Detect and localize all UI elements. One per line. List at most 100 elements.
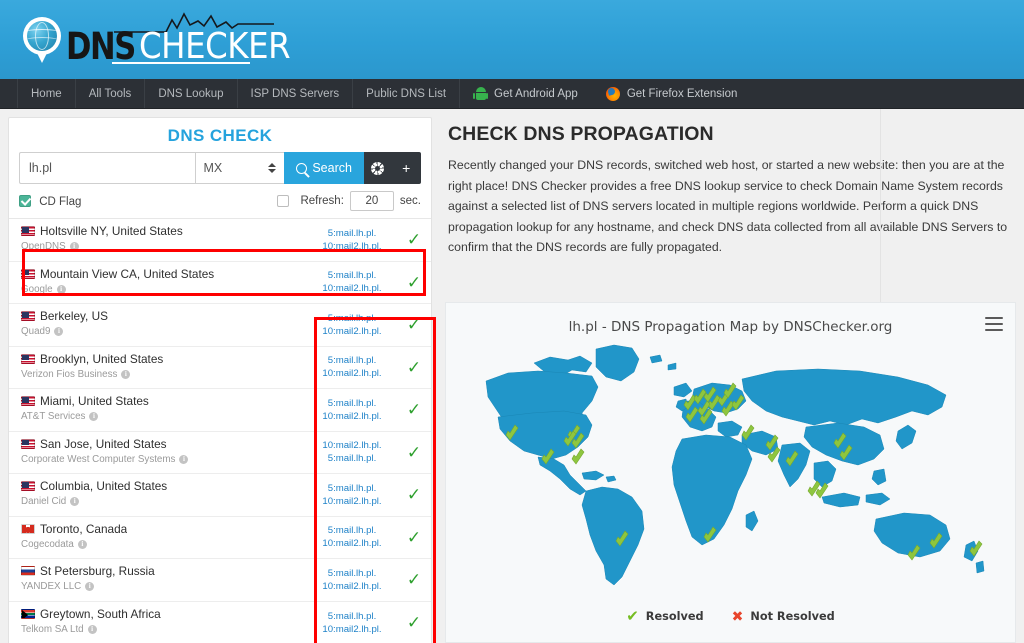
isp-name: Telkom SA Ltd xyxy=(21,623,84,635)
record-value[interactable]: 10:mail2.lh.pl. xyxy=(301,439,403,452)
table-row[interactable]: Berkeley, US Quad9 i 5:mail.lh.pl. 10:mail2.… xyxy=(9,304,431,347)
record-value[interactable]: 10:mail2.lh.pl. xyxy=(301,623,403,636)
flag-icon-us xyxy=(21,438,35,449)
refresh-checkbox[interactable] xyxy=(277,195,290,207)
info-icon[interactable]: i xyxy=(69,242,79,251)
site-header: DNS CHECKER xyxy=(0,0,1024,79)
isp-line: Quad9 i xyxy=(21,326,301,337)
record-type-value: MX xyxy=(203,161,223,175)
status-check-icon: ✓ xyxy=(406,357,422,377)
nav-item-dns-lookup[interactable]: DNS Lookup xyxy=(145,79,238,108)
cd-flag-checkbox[interactable] xyxy=(19,194,31,207)
add-button[interactable]: + xyxy=(391,152,421,184)
info-icon[interactable]: i xyxy=(121,369,131,379)
record-value[interactable]: 5:mail.lh.pl. xyxy=(301,524,403,537)
settings-button[interactable] xyxy=(363,152,392,184)
table-row[interactable]: San Jose, United States Corporate West Co… xyxy=(9,432,431,474)
info-icon[interactable]: i xyxy=(54,327,64,336)
nav-item-home[interactable]: Home xyxy=(17,79,76,108)
record-value[interactable]: 10:mail2.lh.pl. xyxy=(301,580,403,593)
nav-get-android-app[interactable]: Get Android App xyxy=(460,79,592,108)
x-icon: ✖ xyxy=(731,608,744,625)
result-records-cell: 5:mail.lh.pl. 10:mail2.lh.pl. ✓ xyxy=(301,219,431,261)
record-value[interactable]: 5:mail.lh.pl. xyxy=(301,452,403,465)
isp-line: Verizon Fios Business i xyxy=(21,369,301,380)
result-location-cell: Brooklyn, United States Verizon Fios Busi… xyxy=(9,347,301,389)
page-description: Recently changed your DNS records, switc… xyxy=(448,158,1008,254)
record-value[interactable]: 10:mail2.lh.pl. xyxy=(301,240,403,253)
legend-not-resolved: ✖ Not Resolved xyxy=(732,610,835,624)
location-line: Mountain View CA, United States xyxy=(21,267,301,281)
record-values: 5:mail.lh.pl. 10:mail2.lh.pl. xyxy=(301,354,403,380)
content-area: DNS CHECK MX Search + xyxy=(0,109,1024,643)
table-row[interactable]: Brooklyn, United States Verizon Fios Busi… xyxy=(9,347,431,389)
isp-name: Daniel Cid xyxy=(21,496,67,507)
record-value[interactable]: 5:mail.lh.pl. xyxy=(301,227,403,240)
page-title: CHECK DNS PROPAGATION xyxy=(448,123,714,145)
record-value[interactable]: 10:mail2.lh.pl. xyxy=(301,410,403,423)
record-value[interactable]: 10:mail2.lh.pl. xyxy=(301,367,403,380)
nav-item-isp-dns-servers[interactable]: ISP DNS Servers xyxy=(238,79,354,108)
site-logo[interactable]: DNS CHECKER xyxy=(20,12,307,66)
record-value[interactable]: 5:mail.lh.pl. xyxy=(301,312,403,325)
record-value[interactable]: 10:mail2.lh.pl. xyxy=(301,282,403,295)
flag-icon-us xyxy=(21,353,35,364)
record-value[interactable]: 10:mail2.lh.pl. xyxy=(301,325,403,338)
cd-flag-option[interactable]: CD Flag xyxy=(19,194,82,208)
result-records-cell: 5:mail.lh.pl. 10:mail2.lh.pl. ✓ xyxy=(301,304,431,346)
table-row[interactable]: St Petersburg, Russia YANDEX LLC i 5:mail.l… xyxy=(9,559,431,602)
map-legend: ✔ Resolved ✖ Not Resolved xyxy=(446,609,1015,624)
page-root: DNS CHECKER Home All Tools DNS Lookup IS… xyxy=(0,0,1024,643)
result-location-cell: Columbia, United States Daniel Cid i xyxy=(9,474,301,516)
result-records-cell: 5:mail.lh.pl. 10:mail2.lh.pl. ✓ xyxy=(301,474,431,516)
info-icon[interactable]: i xyxy=(87,624,97,634)
info-icon[interactable]: i xyxy=(77,539,87,549)
record-value[interactable]: 5:mail.lh.pl. xyxy=(301,269,403,282)
info-icon[interactable]: i xyxy=(70,497,80,506)
record-type-select[interactable]: MX xyxy=(194,152,285,184)
search-button[interactable]: Search xyxy=(284,152,364,184)
result-records-cell: 5:mail.lh.pl. 10:mail2.lh.pl. ✓ xyxy=(301,602,431,643)
refresh-label: Refresh: xyxy=(300,195,344,207)
nav-item-all-tools[interactable]: All Tools xyxy=(76,79,146,108)
record-value[interactable]: 5:mail.lh.pl. xyxy=(301,354,403,367)
table-row[interactable]: Miami, United States AT&T Services i 5:mail… xyxy=(9,389,431,432)
record-value[interactable]: 5:mail.lh.pl. xyxy=(301,610,403,623)
status-check-icon: ✓ xyxy=(406,272,422,292)
legend-not-resolved-label: Not Resolved xyxy=(750,610,835,623)
refresh-seconds-input[interactable] xyxy=(349,191,394,211)
chevron-updown-icon xyxy=(268,163,277,173)
hamburger-icon[interactable] xyxy=(985,317,1003,331)
info-icon[interactable]: i xyxy=(85,582,95,591)
domain-input[interactable] xyxy=(19,152,195,184)
isp-name: Verizon Fios Business xyxy=(21,368,118,380)
nav-get-firefox-extension[interactable]: Get Firefox Extension xyxy=(592,79,752,108)
isp-name: Google xyxy=(21,283,53,295)
nav-item-public-dns-list[interactable]: Public DNS List xyxy=(353,79,461,108)
table-row[interactable]: Columbia, United States Daniel Cid i 5:mail… xyxy=(9,474,431,517)
result-records-cell: 5:mail.lh.pl. 10:mail2.lh.pl. ✓ xyxy=(301,347,431,389)
record-value[interactable]: 5:mail.lh.pl. xyxy=(301,397,403,410)
info-icon[interactable]: i xyxy=(89,412,99,421)
record-value[interactable]: 10:mail2.lh.pl. xyxy=(301,537,403,550)
info-icon[interactable]: i xyxy=(179,454,189,464)
dns-results-list: Holtsville NY, United States OpenDNS i 5:ma… xyxy=(9,219,431,643)
table-row[interactable]: Holtsville NY, United States OpenDNS i 5:ma… xyxy=(9,219,431,262)
status-check-icon: ✓ xyxy=(406,570,422,590)
status-check-icon: ✓ xyxy=(406,485,422,505)
table-row[interactable]: Greytown, South Africa Telkom SA Ltd i 5:ma… xyxy=(9,602,431,643)
table-row[interactable]: Toronto, Canada Cogecodata i 5:mail.lh.pl. 1… xyxy=(9,517,431,559)
left-column: DNS CHECK MX Search + xyxy=(0,109,440,643)
record-value[interactable]: 5:mail.lh.pl. xyxy=(301,567,403,580)
record-value[interactable]: 10:mail2.lh.pl. xyxy=(301,495,403,508)
isp-name: AT&T Services xyxy=(21,411,86,422)
info-icon[interactable]: i xyxy=(56,284,66,294)
record-value[interactable]: 5:mail.lh.pl. xyxy=(301,482,403,495)
result-location-cell: Mountain View CA, United States Google i xyxy=(9,262,301,304)
location-line: Toronto, Canada xyxy=(21,522,301,536)
isp-name: YANDEX LLC xyxy=(21,581,82,592)
cd-flag-label: CD Flag xyxy=(39,195,82,208)
table-row[interactable]: Mountain View CA, United States Google i 5:… xyxy=(9,262,431,304)
world-map[interactable] xyxy=(446,339,1017,589)
result-location-cell: Toronto, Canada Cogecodata i xyxy=(9,517,301,559)
